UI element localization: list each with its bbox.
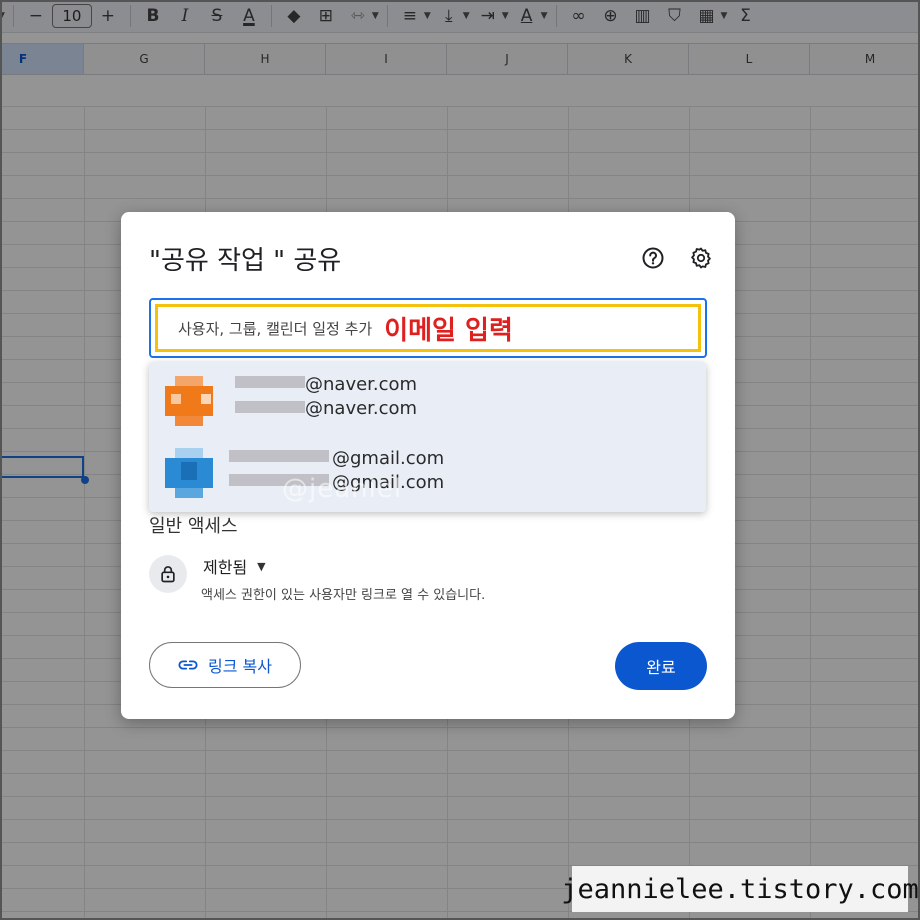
add-people-input[interactable]: 사용자, 그룹, 캘린더 일정 추가 이메일 입력 (149, 298, 707, 358)
add-people-placeholder: 사용자, 그룹, 캘린더 일정 추가 (178, 319, 373, 338)
annotation-highlight-box: 사용자, 그룹, 캘린더 일정 추가 이메일 입력 (155, 304, 701, 352)
gear-icon[interactable] (687, 244, 715, 272)
general-access-description: 액세스 권한이 있는 사용자만 링크로 열 수 있습니다. (201, 588, 486, 603)
copy-link-label: 링크 복사 (208, 657, 272, 676)
suggestion-item[interactable]: @gmail.com @gmail.com (149, 434, 706, 506)
suggestion-name: @naver.com (305, 374, 418, 395)
caret-down-icon: ▼ (257, 559, 266, 573)
general-access-dropdown[interactable]: 제한됨 ▼ (203, 554, 266, 578)
avatar (161, 372, 217, 428)
annotation-label: 이메일 입력 (384, 315, 513, 346)
redacted-text (235, 376, 305, 388)
suggestion-item[interactable]: @naver.com @naver.com (149, 362, 706, 434)
redacted-text (229, 450, 329, 462)
site-watermark: jeannielee.tistory.com (561, 866, 919, 912)
general-access-title: 일반 액세스 (149, 516, 238, 537)
suggestion-email: @naver.com (305, 398, 418, 419)
avatar (161, 444, 217, 500)
copy-link-button[interactable]: 링크 복사 (149, 642, 301, 688)
general-access-value: 제한됨 (203, 558, 248, 577)
lock-icon (149, 555, 187, 593)
link-icon (178, 660, 198, 670)
done-button[interactable]: 완료 (615, 642, 707, 690)
redacted-text (235, 401, 305, 413)
email-suggestions-list: @naver.com @naver.com @gmail.com @gmail.… (149, 362, 706, 512)
help-icon[interactable] (639, 244, 667, 272)
dialog-title: "공유 작업 " 공유 (149, 246, 342, 276)
suggestion-name: @gmail.com (332, 448, 445, 469)
watermark-text: @jeaniel (282, 474, 403, 504)
